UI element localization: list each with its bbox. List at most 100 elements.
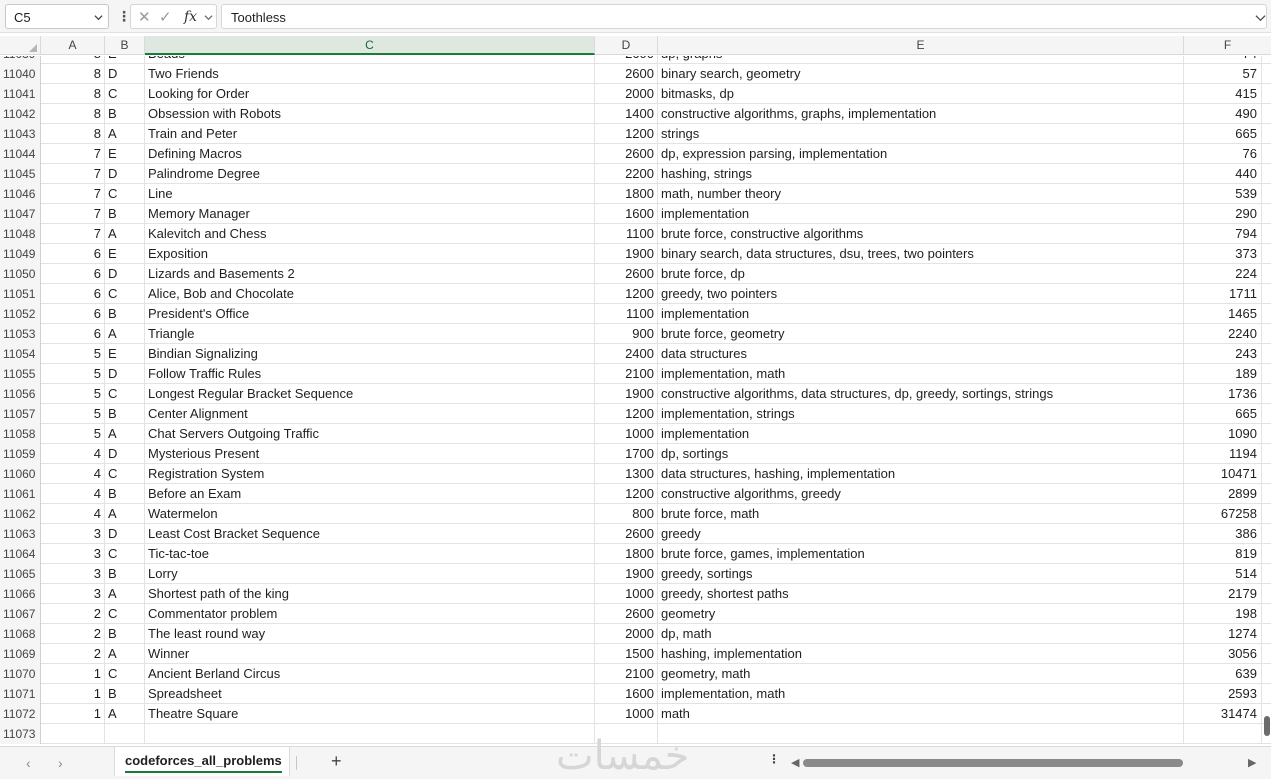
cell-b[interactable]: B xyxy=(105,484,145,504)
cell-d[interactable]: 1000 xyxy=(595,704,658,724)
cell-c[interactable]: The least round way xyxy=(145,624,595,644)
cell-f[interactable]: 794 xyxy=(1184,224,1262,244)
cell-f[interactable] xyxy=(1184,724,1262,744)
cell-e[interactable]: implementation, math xyxy=(658,684,1184,704)
row-header[interactable]: 11072 xyxy=(0,704,41,724)
cell-d[interactable]: 1900 xyxy=(595,564,658,584)
row-header[interactable]: 11053 xyxy=(0,324,41,344)
cell-d[interactable]: 2600 xyxy=(595,264,658,284)
row-header[interactable]: 11065 xyxy=(0,564,41,584)
cell-d[interactable]: 900 xyxy=(595,324,658,344)
cell-f[interactable]: 539 xyxy=(1184,184,1262,204)
cell-f[interactable]: 514 xyxy=(1184,564,1262,584)
cell-c[interactable]: Palindrome Degree xyxy=(145,164,595,184)
cell-a[interactable]: 2 xyxy=(41,644,105,664)
cell-d[interactable]: 800 xyxy=(595,504,658,524)
cell-c[interactable]: Train and Peter xyxy=(145,124,595,144)
cell-e[interactable]: geometry xyxy=(658,604,1184,624)
cell-a[interactable]: 4 xyxy=(41,464,105,484)
insert-function-button[interactable]: fx xyxy=(184,9,197,25)
cell-e[interactable]: binary search, data structures, dsu, tre… xyxy=(658,244,1184,264)
cell-a[interactable]: 8 xyxy=(41,104,105,124)
cell-a[interactable]: 3 xyxy=(41,544,105,564)
cell-b[interactable]: A xyxy=(105,644,145,664)
cell-e[interactable]: constructive algorithms, graphs, impleme… xyxy=(658,104,1184,124)
cell-d[interactable]: 1000 xyxy=(595,424,658,444)
cell-a[interactable]: 5 xyxy=(41,384,105,404)
cell-f[interactable]: 2593 xyxy=(1184,684,1262,704)
cell-e[interactable] xyxy=(658,724,1184,744)
cell-a[interactable]: 4 xyxy=(41,484,105,504)
cell-d[interactable]: 1200 xyxy=(595,404,658,424)
cell-e[interactable]: hashing, strings xyxy=(658,164,1184,184)
cell-c[interactable]: Beads xyxy=(145,56,595,64)
cell-c[interactable]: Defining Macros xyxy=(145,144,595,164)
cell-f[interactable]: 819 xyxy=(1184,544,1262,564)
cell-b[interactable] xyxy=(105,724,145,744)
cell-e[interactable]: geometry, math xyxy=(658,664,1184,684)
cell-e[interactable]: implementation xyxy=(658,204,1184,224)
cell-e[interactable]: brute force, dp xyxy=(658,264,1184,284)
cell-c[interactable]: Alice, Bob and Chocolate xyxy=(145,284,595,304)
cell-c[interactable]: Tic-tac-toe xyxy=(145,544,595,564)
cell-e[interactable]: data structures, hashing, implementation xyxy=(658,464,1184,484)
cell-b[interactable]: C xyxy=(105,384,145,404)
cell-a[interactable]: 8 xyxy=(41,64,105,84)
cell-b[interactable]: D xyxy=(105,524,145,544)
cell-a[interactable]: 7 xyxy=(41,204,105,224)
cell-c[interactable] xyxy=(145,724,595,744)
cell-c[interactable]: Lorry xyxy=(145,564,595,584)
cell-e[interactable]: constructive algorithms, data structures… xyxy=(658,384,1184,404)
column-header-d[interactable]: D xyxy=(595,36,658,55)
cell-f[interactable]: 57 xyxy=(1184,64,1262,84)
cell-c[interactable]: Chat Servers Outgoing Traffic xyxy=(145,424,595,444)
cell-b[interactable]: C xyxy=(105,664,145,684)
cell-a[interactable]: 2 xyxy=(41,604,105,624)
cell-d[interactable]: 1000 xyxy=(595,584,658,604)
row-header[interactable]: 11046 xyxy=(0,184,41,204)
row-header[interactable]: 11066 xyxy=(0,584,41,604)
cell-f[interactable]: 31474 xyxy=(1184,704,1262,724)
cell-e[interactable]: data structures xyxy=(658,344,1184,364)
cell-f[interactable]: 2899 xyxy=(1184,484,1262,504)
row-header[interactable]: 11045 xyxy=(0,164,41,184)
cell-d[interactable]: 2000 xyxy=(595,84,658,104)
chevron-down-icon[interactable] xyxy=(204,13,213,22)
cell-f[interactable]: 665 xyxy=(1184,404,1262,424)
cell-c[interactable]: Bindian Signalizing xyxy=(145,344,595,364)
row-header[interactable]: 11063 xyxy=(0,524,41,544)
cell-c[interactable]: Longest Regular Bracket Sequence xyxy=(145,384,595,404)
cell-e[interactable]: implementation xyxy=(658,424,1184,444)
cell-d[interactable]: 1300 xyxy=(595,464,658,484)
cell-c[interactable]: Obsession with Robots xyxy=(145,104,595,124)
cell-f[interactable]: 74 xyxy=(1184,56,1262,64)
row-header[interactable]: 11039 xyxy=(0,56,41,64)
column-header-e[interactable]: E xyxy=(658,36,1184,55)
cell-b[interactable]: B xyxy=(105,684,145,704)
cell-e[interactable]: math xyxy=(658,704,1184,724)
cell-d[interactable]: 1200 xyxy=(595,284,658,304)
cell-e[interactable]: brute force, constructive algorithms xyxy=(658,224,1184,244)
cell-b[interactable]: C xyxy=(105,84,145,104)
cell-f[interactable]: 1465 xyxy=(1184,304,1262,324)
cell-f[interactable]: 1274 xyxy=(1184,624,1262,644)
row-header[interactable]: 11052 xyxy=(0,304,41,324)
cell-b[interactable]: E xyxy=(105,244,145,264)
cell-f[interactable]: 490 xyxy=(1184,104,1262,124)
cell-b[interactable]: C xyxy=(105,184,145,204)
cell-a[interactable]: 3 xyxy=(41,584,105,604)
cell-e[interactable]: bitmasks, dp xyxy=(658,84,1184,104)
row-header[interactable]: 11068 xyxy=(0,624,41,644)
cell-c[interactable]: Winner xyxy=(145,644,595,664)
cell-d[interactable]: 1800 xyxy=(595,544,658,564)
row-header[interactable]: 11041 xyxy=(0,84,41,104)
cell-f[interactable]: 10471 xyxy=(1184,464,1262,484)
cell-b[interactable]: A xyxy=(105,584,145,604)
row-header[interactable]: 11059 xyxy=(0,444,41,464)
cell-d[interactable]: 1700 xyxy=(595,444,658,464)
cell-d[interactable]: 1200 xyxy=(595,484,658,504)
cell-b[interactable]: B xyxy=(105,404,145,424)
cell-e[interactable]: dp, math xyxy=(658,624,1184,644)
cell-b[interactable]: C xyxy=(105,604,145,624)
cell-b[interactable]: D xyxy=(105,164,145,184)
